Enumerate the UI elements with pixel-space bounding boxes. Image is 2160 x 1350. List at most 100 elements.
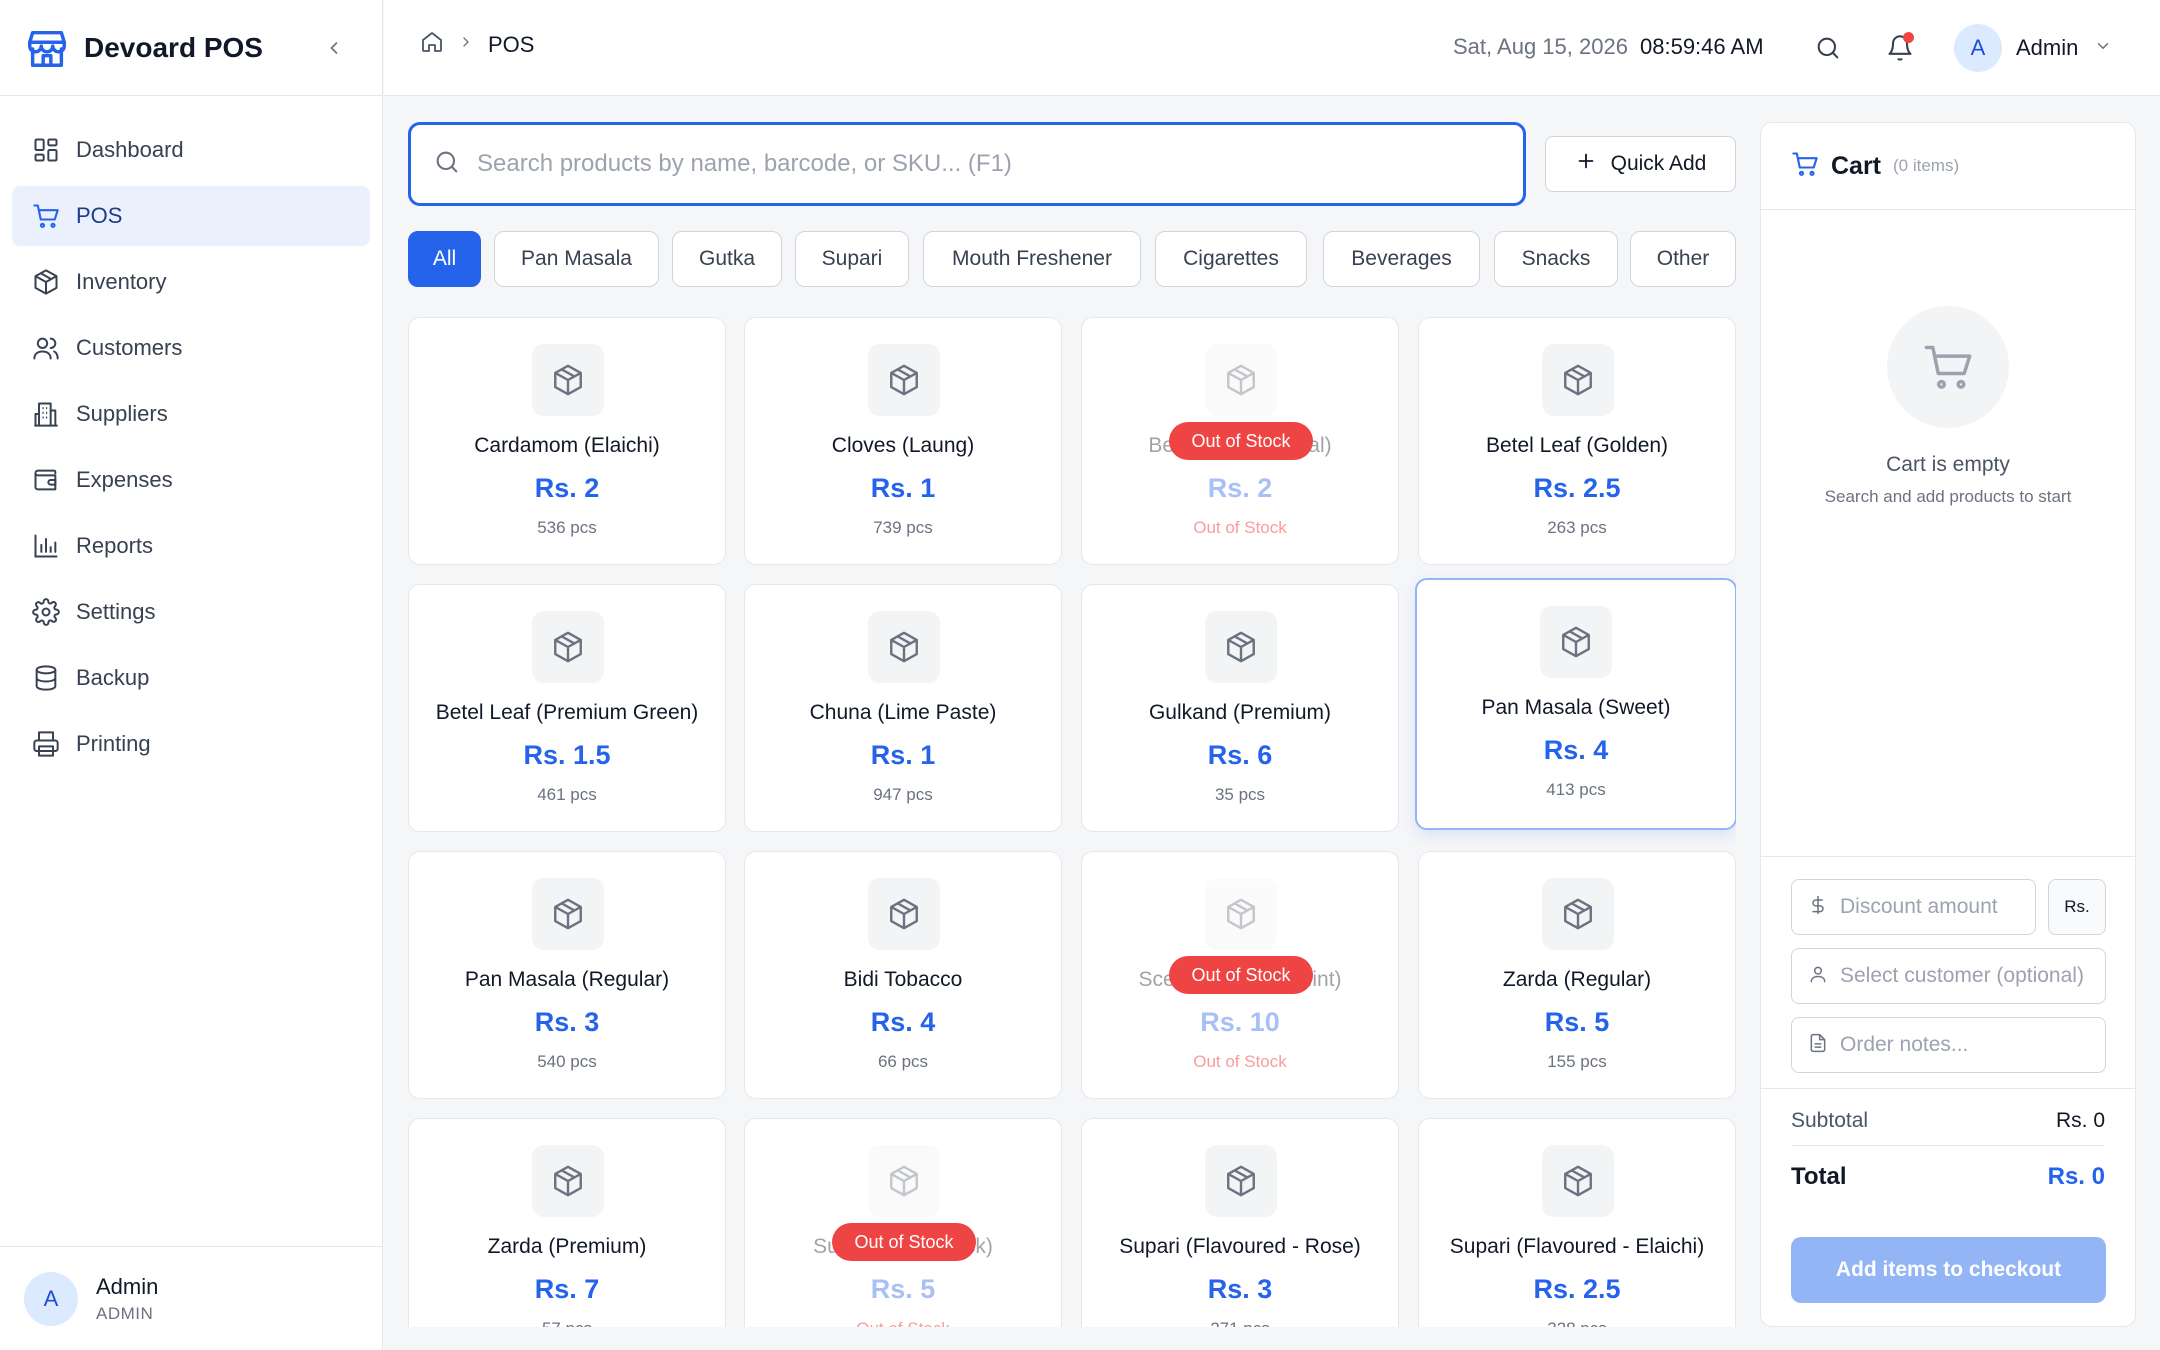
sidebar-item-dashboard[interactable]: Dashboard bbox=[12, 120, 370, 180]
product-stock: 155 pcs bbox=[1547, 1052, 1607, 1071]
product-name: Supari (Flavoured - Elaichi) bbox=[1449, 1235, 1705, 1258]
package-icon bbox=[1205, 878, 1277, 950]
product-search[interactable] bbox=[408, 122, 1526, 206]
sidebar-item-label: Settings bbox=[76, 599, 156, 624]
store-icon bbox=[24, 25, 70, 71]
cart-header: Cart (0 items) bbox=[1761, 123, 2135, 210]
checkout-button[interactable]: Add items to checkout bbox=[1791, 1237, 2106, 1303]
product-card[interactable]: Gulkand (Premium) Rs. 6 35 pcs bbox=[1081, 584, 1399, 832]
order-notes-field[interactable] bbox=[1791, 1017, 2106, 1073]
sidebar-item-label: Printing bbox=[76, 731, 151, 756]
product-card[interactable]: Supari (Flavoured - Rose) Rs. 3 271 pcs bbox=[1081, 1118, 1399, 1327]
product-card[interactable]: Cardamom (Elaichi) Rs. 2 536 pcs bbox=[408, 317, 726, 565]
category-chip-beverages[interactable]: Beverages bbox=[1323, 231, 1480, 287]
product-price: Rs. 2 bbox=[534, 473, 600, 503]
category-chip-all[interactable]: All bbox=[408, 231, 481, 287]
product-card[interactable]: Chuna (Lime Paste) Rs. 1 947 pcs bbox=[744, 584, 1062, 832]
product-stock: 461 pcs bbox=[537, 785, 597, 804]
product-name: Bidi Tobacco bbox=[843, 968, 963, 991]
sidebar-item-inventory[interactable]: Inventory bbox=[12, 252, 370, 312]
product-card[interactable]: Zarda (Premium) Rs. 7 57 pcs bbox=[408, 1118, 726, 1327]
order-notes-input[interactable] bbox=[1840, 1033, 2105, 1057]
product-name: Cloves (Laung) bbox=[831, 434, 975, 457]
discount-field[interactable] bbox=[1791, 879, 2036, 935]
sidebar-item-expenses[interactable]: Expenses bbox=[12, 450, 370, 510]
category-chip-pan-masala[interactable]: Pan Masala bbox=[494, 231, 659, 287]
package-icon bbox=[868, 878, 940, 950]
product-card[interactable]: Betel Leaf (Golden) Rs. 2.5 263 pcs bbox=[1418, 317, 1736, 565]
category-chip-snacks[interactable]: Snacks bbox=[1494, 231, 1618, 287]
product-card[interactable]: Betel Leaf (Premium Green) Rs. 1.5 461 p… bbox=[408, 584, 726, 832]
printer-icon bbox=[30, 728, 62, 760]
sidebar-item-label: Reports bbox=[76, 533, 154, 558]
product-price: Rs. 7 bbox=[534, 1274, 600, 1304]
product-stock: 271 pcs bbox=[1082, 1319, 1398, 1327]
sidebar-item-reports[interactable]: Reports bbox=[12, 516, 370, 576]
product-name: Cardamom (Elaichi) bbox=[474, 434, 660, 457]
search-button[interactable] bbox=[1810, 30, 1846, 66]
product-name: Supari (Flavoured - Rose) bbox=[1119, 1235, 1361, 1258]
search-input[interactable] bbox=[477, 150, 1477, 178]
category-chip-mouth-freshener[interactable]: Mouth Freshener bbox=[923, 231, 1141, 287]
chevron-right-icon bbox=[458, 34, 474, 55]
product-price: Rs. 6 bbox=[1207, 740, 1273, 770]
cart-icon bbox=[1791, 150, 1819, 183]
product-card[interactable]: Zarda (Regular) Rs. 5 155 pcs bbox=[1418, 851, 1736, 1099]
sidebar-user[interactable]: A Admin ADMIN bbox=[0, 1246, 383, 1350]
product-price: Rs. 3 bbox=[534, 1007, 600, 1037]
product-price: Rs. 2 bbox=[1207, 473, 1273, 503]
category-chip-supari[interactable]: Supari bbox=[795, 231, 909, 287]
product-price: Rs. 2.5 bbox=[1533, 473, 1621, 503]
product-card[interactable]: Pan Masala (Sweet) Rs. 4 413 pcs bbox=[1415, 578, 1736, 830]
sidebar-item-printing[interactable]: Printing bbox=[12, 714, 370, 774]
customer-select[interactable] bbox=[1791, 948, 2106, 1004]
subtotal-value: Rs. 0 bbox=[2055, 1109, 2105, 1132]
wallet-icon bbox=[30, 464, 62, 496]
sidebar-item-suppliers[interactable]: Suppliers bbox=[12, 384, 370, 444]
user-menu[interactable]: A Admin bbox=[1954, 24, 2112, 72]
dashboard-icon bbox=[30, 134, 62, 166]
sidebar-item-pos[interactable]: POS bbox=[12, 186, 370, 246]
total-label: Total bbox=[1791, 1163, 1847, 1190]
package-icon bbox=[532, 611, 604, 683]
package-icon bbox=[532, 878, 604, 950]
sidebar-item-settings[interactable]: Settings bbox=[12, 582, 370, 642]
discount-currency-toggle[interactable]: Rs. bbox=[2048, 879, 2106, 935]
total-value: Rs. 0 bbox=[2047, 1163, 2105, 1190]
user-name: Admin bbox=[96, 1273, 159, 1299]
out-of-stock-badge: Out of Stock bbox=[1169, 956, 1313, 994]
sidebar: Devoard POS Dashboard POS Inventory Cust… bbox=[0, 0, 383, 1350]
notifications-button[interactable] bbox=[1882, 30, 1918, 66]
sidebar-item-customers[interactable]: Customers bbox=[12, 318, 370, 378]
category-chip-gutka[interactable]: Gutka bbox=[672, 231, 782, 287]
users-icon bbox=[30, 332, 62, 364]
product-card[interactable]: Bidi Tobacco Rs. 4 66 pcs bbox=[744, 851, 1062, 1099]
notification-dot bbox=[1903, 32, 1914, 43]
discount-input[interactable] bbox=[1840, 895, 2035, 919]
product-card[interactable]: Betel Leaf (Special) Rs. 2 Out of Stock … bbox=[1081, 317, 1399, 565]
plus-icon bbox=[1575, 150, 1597, 178]
product-stock: 540 pcs bbox=[537, 1052, 597, 1071]
product-card[interactable]: Supari (Flavoured - Elaichi) Rs. 2.5 328… bbox=[1418, 1118, 1736, 1327]
category-chip-other[interactable]: Other bbox=[1630, 231, 1736, 287]
building-icon bbox=[30, 398, 62, 430]
product-stock: Out of Stock bbox=[745, 1319, 1061, 1327]
sidebar-item-backup[interactable]: Backup bbox=[12, 648, 370, 708]
product-card[interactable]: Scented Supari (Mint) Rs. 10 Out of Stoc… bbox=[1081, 851, 1399, 1099]
app-name: Devoard POS bbox=[84, 31, 263, 63]
product-card[interactable]: Pan Masala (Regular) Rs. 3 540 pcs bbox=[408, 851, 726, 1099]
home-icon[interactable] bbox=[420, 30, 444, 59]
category-chip-cigarettes[interactable]: Cigarettes bbox=[1155, 231, 1307, 287]
product-card[interactable]: Supari (Plain Pack) Rs. 5 Out of Stock O… bbox=[744, 1118, 1062, 1327]
customer-input[interactable] bbox=[1840, 964, 2105, 988]
sidebar-item-label: Inventory bbox=[76, 269, 167, 294]
sidebar-item-label: Suppliers bbox=[76, 401, 168, 426]
cart-icon bbox=[30, 200, 62, 232]
search-icon bbox=[1817, 37, 1839, 59]
collapse-sidebar-button[interactable] bbox=[320, 34, 348, 62]
product-name: Gulkand (Premium) bbox=[1148, 701, 1332, 724]
quick-add-button[interactable]: Quick Add bbox=[1545, 136, 1736, 192]
product-card[interactable]: Cloves (Laung) Rs. 1 739 pcs bbox=[744, 317, 1062, 565]
gear-icon bbox=[30, 596, 62, 628]
package-icon bbox=[868, 344, 940, 416]
